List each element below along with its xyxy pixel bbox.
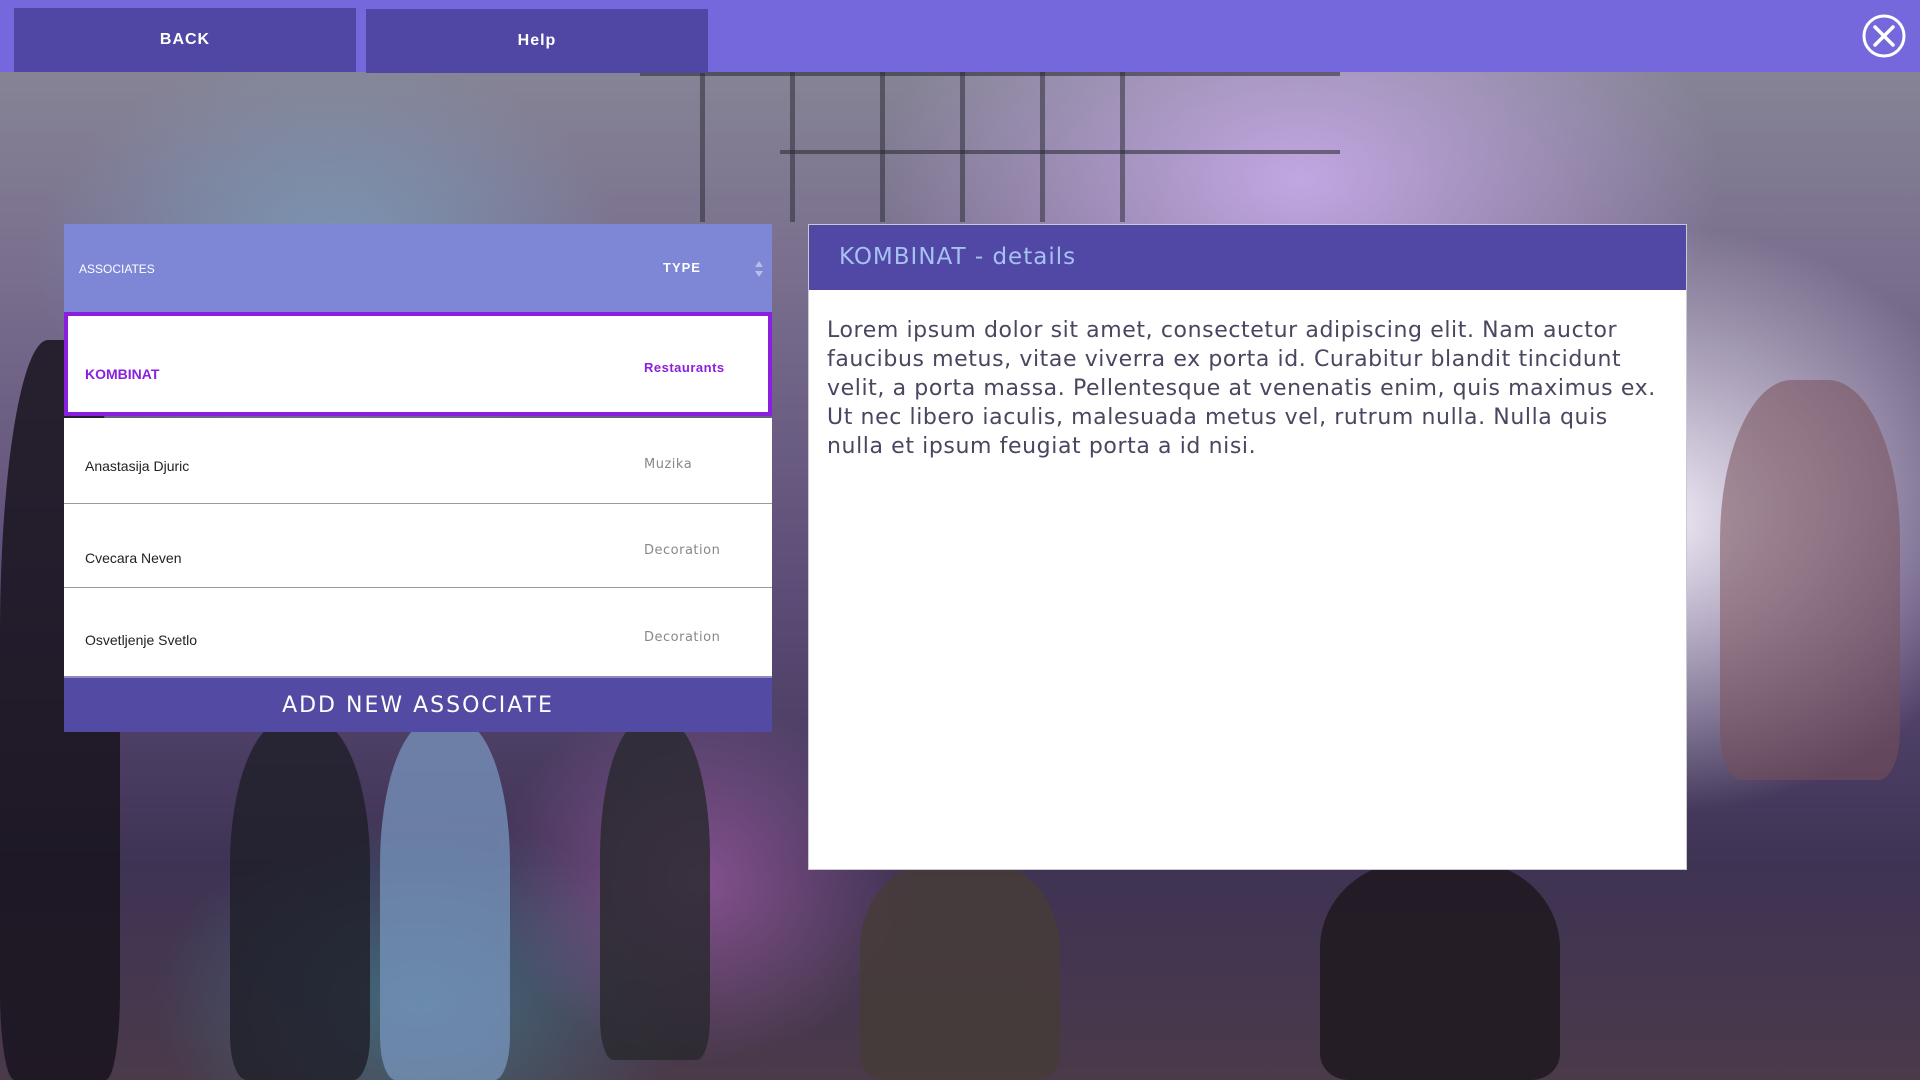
associate-name: Anastasija Djuric xyxy=(85,458,190,474)
add-new-associate-button[interactable]: ADD NEW ASSOCIATE xyxy=(64,676,772,732)
back-button[interactable]: BACK xyxy=(14,8,356,72)
associate-type: Decoration xyxy=(644,543,721,558)
associate-name: Osvetljenje Svetlo xyxy=(85,632,198,648)
sort-icon[interactable] xyxy=(754,260,764,278)
details-text: Lorem ipsum dolor sit amet, consectetur … xyxy=(827,318,1656,459)
associate-type: Restaurants xyxy=(644,360,725,375)
associate-row-osvetljenje-svetlo[interactable]: Osvetljenje Svetlo Decoration xyxy=(64,588,772,676)
associate-type: Decoration xyxy=(644,630,721,645)
associates-table-header: ASSOCIATES TYPE xyxy=(64,224,772,312)
type-column-header[interactable]: TYPE xyxy=(663,260,701,275)
associate-name: Cvecara Neven xyxy=(85,550,182,566)
associate-row-cvecara-neven[interactable]: Cvecara Neven Decoration xyxy=(64,504,772,588)
associate-row-kombinat[interactable]: KOMBINAT Restaurants xyxy=(64,312,772,416)
details-title: KOMBINAT - details xyxy=(809,225,1686,290)
associates-panel: ASSOCIATES TYPE KOMBINAT Restaurants Ana… xyxy=(64,224,772,732)
associate-row-anastasija-djuric[interactable]: Anastasija Djuric Muzika xyxy=(64,418,772,504)
associate-type: Muzika xyxy=(644,457,693,472)
help-button[interactable]: Help xyxy=(366,9,708,73)
details-panel: KOMBINAT - details Lorem ipsum dolor sit… xyxy=(808,224,1687,870)
associate-name: KOMBINAT xyxy=(85,366,160,382)
associates-column-header[interactable]: ASSOCIATES xyxy=(79,262,155,276)
close-button[interactable] xyxy=(1862,14,1906,58)
close-circle-icon xyxy=(1862,14,1906,58)
top-bar: BACK Help xyxy=(0,0,1920,73)
